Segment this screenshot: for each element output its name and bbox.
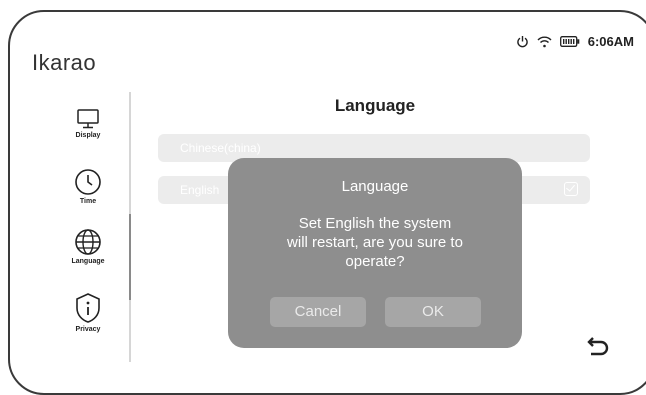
ok-button[interactable]: OK	[385, 297, 481, 327]
clock-icon	[56, 168, 120, 196]
dialog-message-line: Set English the system	[298, 215, 452, 232]
back-button[interactable]	[584, 336, 610, 363]
checkbox-checked-icon[interactable]	[564, 182, 578, 196]
language-option-label: Chinese(china)	[180, 141, 261, 155]
dialog-message-line: will restart, are you sure to	[287, 234, 463, 251]
confirm-dialog: Language Set English the system will res…	[228, 158, 522, 348]
scrollbar-thumb[interactable]	[129, 214, 131, 300]
sidebar-item-language[interactable]: Language	[56, 228, 120, 265]
wifi-icon	[537, 35, 552, 48]
sidebar-item-display[interactable]: Display	[56, 108, 120, 139]
dialog-message: Set English the system will restart, are…	[248, 214, 502, 271]
power-icon	[516, 35, 529, 48]
sidebar-item-time[interactable]: Time	[56, 168, 120, 205]
back-arrow-icon	[584, 337, 610, 362]
info-shield-icon	[56, 292, 120, 324]
sidebar-item-label: Display	[75, 132, 101, 139]
status-bar: 6:06AM	[516, 34, 634, 49]
sidebar-item-label: Privacy	[75, 326, 101, 333]
sidebar-item-label: Language	[71, 258, 105, 265]
battery-icon	[559, 36, 580, 47]
monitor-icon	[56, 108, 120, 130]
page-title: Language	[334, 96, 416, 115]
globe-icon	[56, 228, 120, 256]
dialog-title: Language	[341, 178, 409, 195]
sidebar-item-privacy[interactable]: Privacy	[56, 292, 120, 333]
sidebar-scrollbar[interactable]	[129, 92, 131, 362]
sidebar-item-label: Time	[79, 198, 97, 205]
language-option-label: English	[180, 183, 220, 197]
dialog-message-line: operate?	[345, 253, 405, 270]
cancel-button[interactable]: Cancel	[270, 297, 366, 327]
clock-time: 6:06AM	[587, 34, 634, 49]
brand-logo: Ikarao	[32, 50, 97, 75]
